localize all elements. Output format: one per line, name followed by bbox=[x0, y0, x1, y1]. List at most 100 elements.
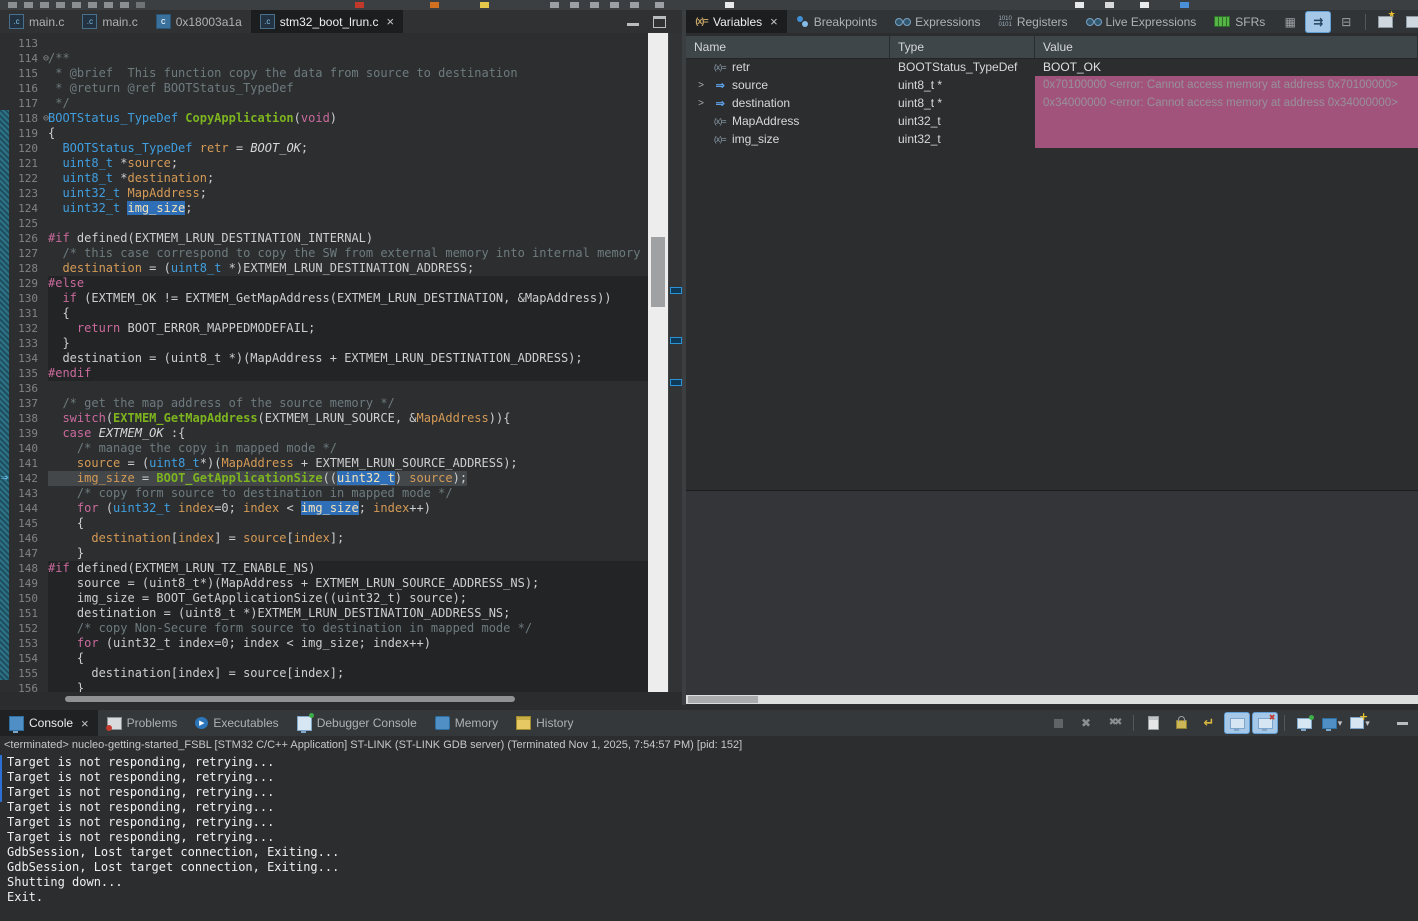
console-view-tab-console[interactable]: Console× bbox=[0, 710, 98, 736]
terminate-button[interactable] bbox=[1046, 713, 1070, 733]
column-header-value[interactable]: Value bbox=[1035, 36, 1418, 58]
code-token: } bbox=[48, 681, 84, 692]
fold-collapse-icon[interactable]: ⊖ bbox=[43, 51, 49, 66]
code-text: destination = (uint8_t *)EXTMEM_LRUN_DES… bbox=[48, 606, 648, 621]
console-view-tab-problems[interactable]: Problems bbox=[98, 710, 187, 736]
console-output[interactable]: Target is not responding, retrying...Tar… bbox=[0, 753, 1418, 921]
maximize-icon[interactable] bbox=[653, 16, 666, 28]
dropdown-caret-icon[interactable]: ▾ bbox=[1338, 718, 1343, 729]
variable-row-img-size[interactable]: (x)=img_sizeuint32_t bbox=[686, 130, 1418, 148]
code-line: 114⊖/** bbox=[0, 51, 648, 66]
console-view-tab-executables[interactable]: ▶Executables bbox=[186, 710, 287, 736]
variables-detail-pane[interactable] bbox=[686, 491, 1418, 695]
line-number: 116 bbox=[0, 81, 48, 96]
editor-tab-0x18003a1a[interactable]: c0x18003a1a bbox=[147, 10, 251, 33]
code-text: #if defined(EXTMEM_LRUN_DESTINATION_INTE… bbox=[48, 231, 648, 246]
show-type-names-button[interactable]: ▦ bbox=[1278, 12, 1302, 32]
collapse-all-button[interactable]: ⊟ bbox=[1334, 12, 1358, 32]
remove-launch-button[interactable]: ✖ bbox=[1074, 713, 1098, 733]
code-line: 113 bbox=[0, 36, 648, 51]
pointer-icon: ⇒ bbox=[708, 97, 732, 110]
variable-row-retr[interactable]: (x)=retrBOOTStatus_TypeDefBOOT_OK bbox=[686, 58, 1418, 76]
variables-horizontal-scrollbar[interactable] bbox=[686, 695, 1418, 704]
close-icon[interactable]: × bbox=[81, 717, 89, 730]
variable-name: MapAddress bbox=[732, 114, 799, 128]
close-icon[interactable]: × bbox=[387, 15, 395, 28]
code-token: #if bbox=[48, 231, 70, 245]
remove-all-terminated-button[interactable]: ✖✖ bbox=[1102, 713, 1126, 733]
new-view-button[interactable] bbox=[1373, 12, 1397, 32]
show-stderr-button[interactable] bbox=[1253, 713, 1277, 733]
console-line: Target is not responding, retrying... bbox=[7, 755, 1418, 770]
view-tab-variables[interactable]: (x)=Variables× bbox=[686, 10, 787, 33]
code-text-segments: /* manage the copy in mapped mode */ bbox=[48, 441, 337, 456]
scrollbar-thumb[interactable] bbox=[65, 696, 515, 702]
editor-tab-stm32-boot-lrun-c[interactable]: .cstm32_boot_lrun.c× bbox=[251, 10, 403, 33]
variable-row-destination[interactable]: >⇒destinationuint8_t *0x34000000 <error:… bbox=[686, 94, 1418, 112]
console-view-tab-memory[interactable]: Memory bbox=[426, 710, 507, 736]
display-console-button[interactable]: ▾ bbox=[1320, 713, 1344, 733]
variable-name: source bbox=[732, 78, 768, 92]
variable-value: 0x34000000 <error: Cannot access memory … bbox=[1035, 94, 1418, 112]
editor-horizontal-scrollbar[interactable] bbox=[0, 692, 682, 705]
show-logical-structure-button[interactable]: ⇉ bbox=[1306, 12, 1330, 32]
variable-row-source[interactable]: >⇒sourceuint8_t *0x70100000 <error: Cann… bbox=[686, 76, 1418, 94]
scroll-lock-button[interactable] bbox=[1169, 713, 1193, 733]
editor-tab-main-c[interactable]: .cmain.c bbox=[73, 10, 146, 33]
view-tab-sfrs[interactable]: SFRs bbox=[1205, 10, 1274, 33]
code-line: 155 destination[index] = source[index]; bbox=[0, 666, 648, 681]
fold-collapse-icon[interactable]: ⊖ bbox=[43, 111, 49, 126]
column-header-name[interactable]: Name bbox=[686, 36, 890, 58]
code-token: ( bbox=[106, 411, 113, 425]
code-token: * @brief This function copy the data fro… bbox=[48, 66, 518, 80]
main-toolbar bbox=[0, 0, 1418, 10]
annotation-marker[interactable] bbox=[670, 379, 682, 386]
console-view-tab-history[interactable]: History bbox=[507, 710, 582, 736]
code-token: = bbox=[229, 141, 251, 155]
code-text: * @brief This function copy the data fro… bbox=[48, 66, 648, 81]
editor-tab-main-c[interactable]: .cmain.c bbox=[0, 10, 73, 33]
editor-tab-label: stm32_boot_lrun.c bbox=[280, 15, 379, 29]
line-number: 117 bbox=[0, 96, 48, 111]
minimize-button[interactable] bbox=[1390, 713, 1414, 733]
line-number: 119 bbox=[0, 126, 48, 141]
editor-pane: .cmain.c.cmain.cc0x18003a1a.cstm32_boot_… bbox=[0, 10, 682, 705]
code-token: destination bbox=[127, 171, 206, 185]
annotation-marker[interactable] bbox=[670, 337, 682, 344]
code-token: < bbox=[279, 501, 301, 515]
code-token: destination bbox=[62, 261, 141, 275]
annotation-marker[interactable] bbox=[670, 287, 682, 294]
code-text-segments: source = (uint8_t*)(MapAddress + EXTMEM_… bbox=[48, 456, 518, 471]
remove-xx-icon: ✖✖ bbox=[1109, 718, 1120, 728]
clear-console-button[interactable] bbox=[1141, 713, 1165, 733]
expand-chevron-icon[interactable]: > bbox=[694, 98, 708, 109]
code-line: 128 destination = (uint8_t *)EXTMEM_LRUN… bbox=[0, 261, 648, 276]
editor-code-area[interactable]: 113114⊖/**115 * @brief This function cop… bbox=[0, 33, 682, 692]
show-stdout-button[interactable] bbox=[1225, 713, 1249, 733]
variable-row-mapaddress[interactable]: (x)=MapAddressuint32_t bbox=[686, 112, 1418, 130]
code-text-segments: destination[index] = source[index]; bbox=[48, 531, 344, 546]
scrollbar-thumb[interactable] bbox=[688, 696, 758, 703]
open-console-button[interactable]: ▾ bbox=[1348, 713, 1372, 733]
pin-console-button[interactable] bbox=[1292, 713, 1316, 733]
pin-view-button[interactable] bbox=[1401, 12, 1418, 32]
code-token: /* copy form source to destination in ma… bbox=[48, 486, 453, 500]
expand-chevron-icon[interactable]: > bbox=[694, 80, 708, 91]
console-line: Target is not responding, retrying... bbox=[7, 770, 1418, 785]
view-tab-registers[interactable]: 1010 0101Registers bbox=[989, 10, 1076, 33]
scrollbar-thumb[interactable] bbox=[651, 237, 665, 307]
column-header-type[interactable]: Type bbox=[890, 36, 1035, 58]
code-token: EXTMEM_GetMapAddress bbox=[113, 411, 258, 425]
code-line: 148#if defined(EXTMEM_LRUN_TZ_ENABLE_NS) bbox=[0, 561, 648, 576]
close-icon[interactable]: × bbox=[770, 15, 778, 28]
code-text-segments: img_size = BOOT_GetApplicationSize((uint… bbox=[48, 471, 467, 486]
view-tab-live-expressions[interactable]: Live Expressions bbox=[1077, 10, 1206, 33]
view-tab-expressions[interactable]: Expressions bbox=[886, 10, 989, 33]
code-token: { bbox=[48, 651, 84, 665]
view-tab-breakpoints[interactable]: Breakpoints bbox=[787, 10, 886, 33]
console-view-tab-debugger-console[interactable]: Debugger Console bbox=[288, 710, 426, 736]
word-wrap-button[interactable]: ↵ bbox=[1197, 713, 1221, 733]
editor-vertical-scrollbar[interactable] bbox=[648, 33, 668, 692]
code-token: [ bbox=[286, 531, 293, 545]
minimize-icon[interactable] bbox=[627, 23, 639, 26]
